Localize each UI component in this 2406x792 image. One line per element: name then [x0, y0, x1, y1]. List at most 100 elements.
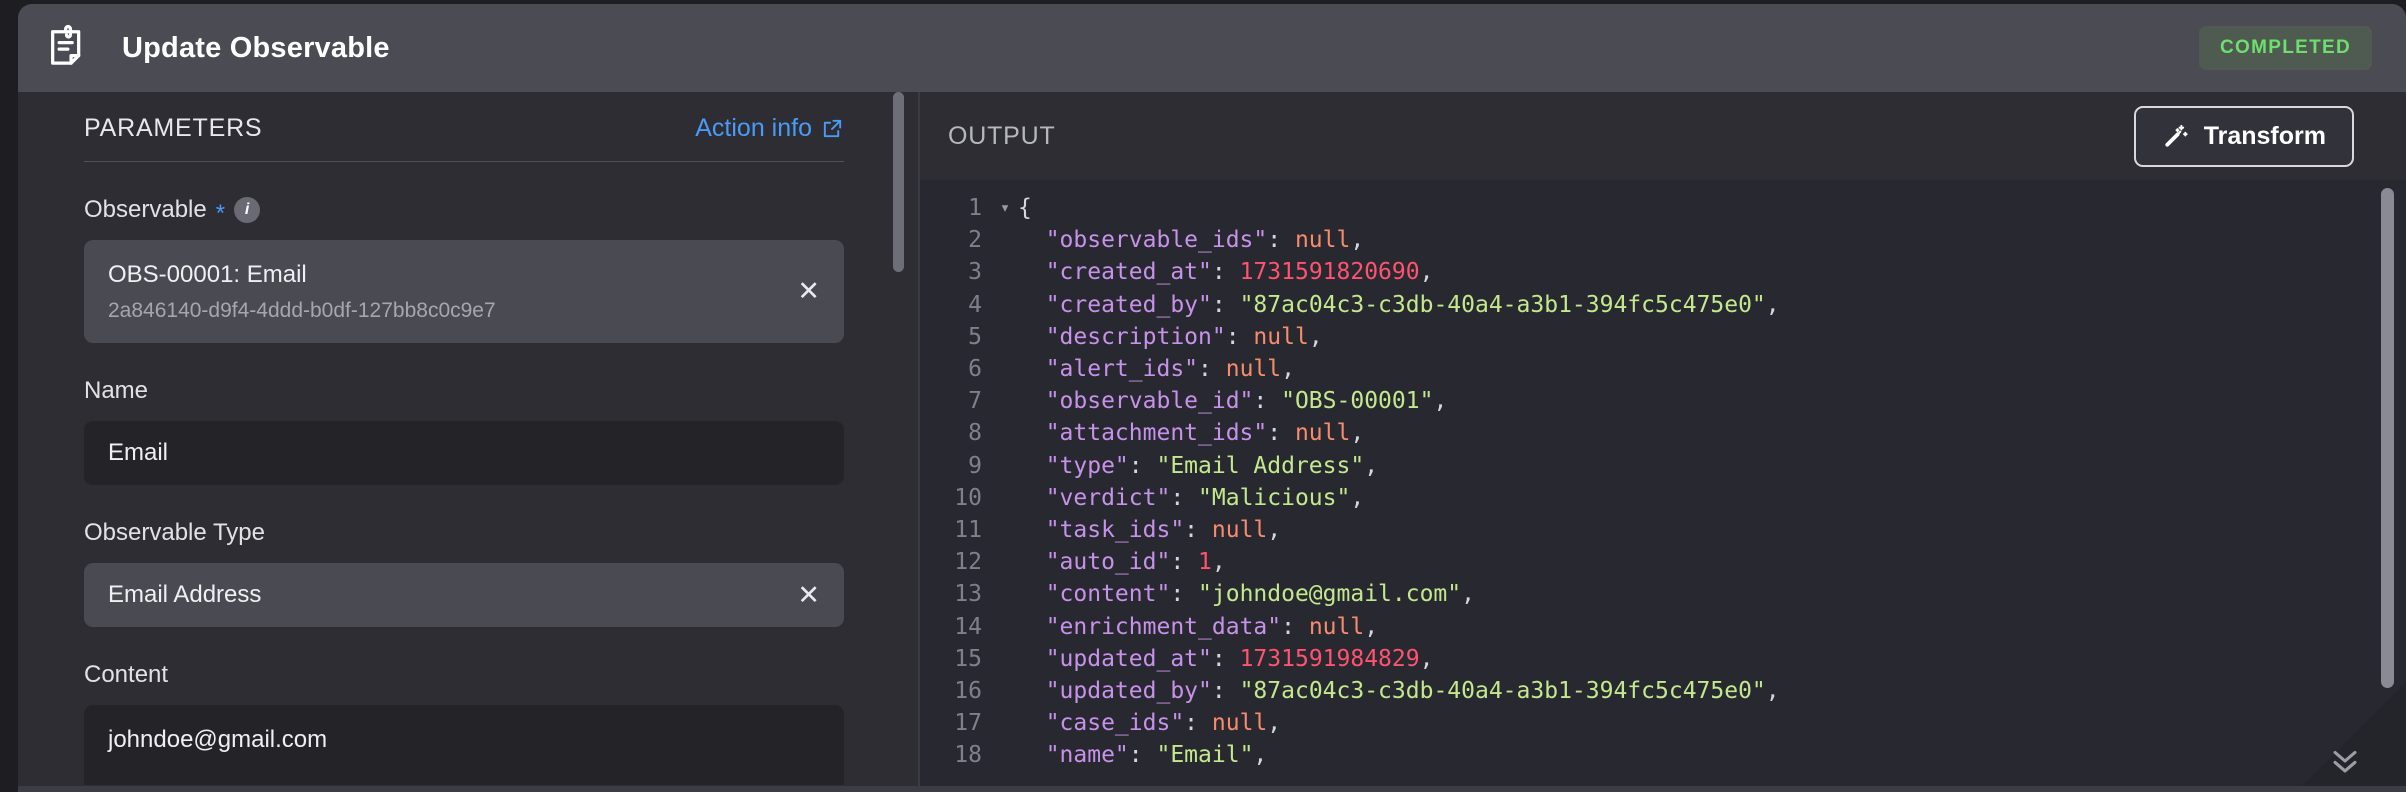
code-line: 5 "description": null,: [920, 321, 2406, 353]
external-link-icon: [821, 117, 844, 140]
code-line-text: "updated_at": 1731591984829,: [1018, 645, 1434, 672]
code-line-number: 7: [968, 388, 982, 415]
code-line-number: 3: [968, 259, 982, 286]
transform-button[interactable]: Transform: [2133, 105, 2354, 167]
code-line: 18 "name": "Email",: [920, 739, 2406, 771]
code-line-text: "description": null,: [1018, 323, 1323, 350]
action-info-link[interactable]: Action info: [695, 114, 844, 143]
code-line-text: "attachment_ids": null,: [1018, 420, 1365, 447]
code-line-number: 6: [968, 356, 982, 383]
observable-input[interactable]: OBS-00001: Email 2a846140-d9f4-4ddd-b0df…: [84, 240, 844, 343]
code-fold-spacer: [992, 611, 1018, 643]
code-fold-spacer: [992, 675, 1018, 707]
code-line: 2 "observable_ids": null,: [920, 224, 2406, 256]
output-scrollbar[interactable]: [2381, 180, 2394, 792]
code-line: 17 "case_ids": null,: [920, 707, 2406, 739]
chevron-double-down-icon[interactable]: [2328, 748, 2362, 774]
code-fold-spacer: [992, 482, 1018, 514]
code-line: 6 "alert_ids": null,: [920, 353, 2406, 385]
clear-observable-icon[interactable]: ✕: [779, 278, 820, 305]
code-line: 11 "task_ids": null,: [920, 514, 2406, 546]
code-line-number: 10: [954, 484, 982, 511]
code-line: 16 "updated_by": "87ac04c3-c3db-40a4-a3b…: [920, 675, 2406, 707]
code-fold-spacer: [992, 707, 1018, 739]
action-detail-window: Update Observable COMPLETED PARAMETERS A…: [18, 4, 2406, 792]
code-fold-spacer: [992, 450, 1018, 482]
code-line-text: "verdict": "Malicious",: [1018, 484, 1365, 511]
parameters-content: PARAMETERS Action info Observable * i OB…: [18, 92, 918, 785]
code-line-number: 16: [954, 678, 982, 705]
code-line: 7 "observable_id": "OBS-00001",: [920, 385, 2406, 417]
code-fold-spacer: [992, 385, 1018, 417]
code-line-text: {: [1018, 195, 1032, 221]
observable-type-select[interactable]: Email Address ✕: [84, 563, 844, 627]
output-code-viewer[interactable]: 1 ▾{2 "observable_ids": null, 3 "created_a…: [920, 180, 2406, 792]
field-label-content: Content: [84, 661, 844, 689]
output-scrollbar-thumb[interactable]: [2381, 188, 2394, 688]
code-fold-spacer: [992, 546, 1018, 578]
window-bottom-strip: [18, 786, 2406, 792]
name-input[interactable]: Email: [84, 421, 844, 485]
field-observable: Observable * i OBS-00001: Email 2a846140…: [84, 162, 844, 343]
code-line-number: 2: [968, 227, 982, 254]
info-icon[interactable]: i: [234, 197, 261, 223]
page-title: Update Observable: [122, 31, 390, 64]
code-line: 13 "content": "johndoe@gmail.com",: [920, 578, 2406, 610]
code-line-text: "updated_by": "87ac04c3-c3db-40a4-a3b1-3…: [1018, 678, 1780, 705]
code-line: 3 "created_at": 1731591820690,: [920, 256, 2406, 288]
observable-value: OBS-00001: Email 2a846140-d9f4-4ddd-b0df…: [108, 260, 496, 323]
parameters-panel: PARAMETERS Action info Observable * i OB…: [18, 92, 918, 792]
note-document-icon: [44, 22, 96, 74]
code-line-number: 18: [954, 742, 982, 769]
observable-value-id: 2a846140-d9f4-4ddd-b0df-127bb8c0c9e7: [108, 299, 496, 322]
field-label-observable: Observable * i: [84, 196, 844, 227]
parameters-header: PARAMETERS Action info: [84, 114, 844, 162]
output-title: OUTPUT: [948, 121, 1056, 150]
code-fold-spacer: [992, 289, 1018, 321]
name-value: Email: [108, 439, 169, 466]
code-line: 4 "created_by": "87ac04c3-c3db-40a4-a3b1…: [920, 289, 2406, 321]
code-line-number: 13: [954, 581, 982, 608]
code-line-text: "auto_id": 1,: [1018, 549, 1226, 576]
code-line-text: "observable_ids": null,: [1018, 227, 1365, 254]
code-line: 1 ▾{: [920, 192, 2406, 224]
clear-observable-type-icon[interactable]: ✕: [779, 581, 820, 609]
code-line-text: "created_at": 1731591820690,: [1018, 259, 1434, 286]
code-line-text: "name": "Email",: [1018, 742, 1268, 769]
code-line-number: 9: [968, 452, 982, 479]
field-name: Name Email: [84, 343, 844, 485]
code-line: 8 "attachment_ids": null,: [920, 417, 2406, 449]
content-input[interactable]: johndoe@gmail.com: [84, 705, 844, 785]
code-line-text: "created_by": "87ac04c3-c3db-40a4-a3b1-3…: [1018, 291, 1780, 318]
code-line-number: 14: [954, 613, 982, 640]
parameters-scrollbar[interactable]: [893, 92, 904, 792]
field-label-name: Name: [84, 377, 844, 405]
code-line: 9 "type": "Email Address",: [920, 450, 2406, 482]
label-text: Name: [84, 377, 149, 404]
code-fold-toggle-icon[interactable]: ▾: [992, 192, 1018, 224]
parameters-scrollbar-thumb[interactable]: [893, 92, 904, 272]
magic-wand-icon: [2162, 122, 2190, 150]
required-asterisk: *: [215, 200, 226, 227]
code-line: 12 "auto_id": 1,: [920, 546, 2406, 578]
label-text: Observable: [84, 196, 207, 223]
code-fold-spacer: [992, 514, 1018, 546]
code-line-text: "task_ids": null,: [1018, 517, 1282, 544]
code-line-number: 17: [954, 710, 982, 737]
field-label-observable-type: Observable Type: [84, 519, 844, 547]
code-fold-spacer: [992, 739, 1018, 771]
parameters-title: PARAMETERS: [84, 114, 263, 142]
transform-button-label: Transform: [2203, 121, 2326, 150]
code-line-number: 5: [968, 323, 982, 350]
label-text: Content: [84, 661, 169, 688]
status-badge: COMPLETED: [2199, 26, 2372, 70]
code-fold-spacer: [992, 321, 1018, 353]
window-header: Update Observable COMPLETED: [18, 4, 2406, 92]
code-line-number: 4: [968, 291, 982, 318]
code-line-number: 1: [968, 195, 982, 221]
code-line: 10 "verdict": "Malicious",: [920, 482, 2406, 514]
code-line-text: "content": "johndoe@gmail.com",: [1018, 581, 1475, 608]
output-panel: OUTPUT Transform 1 ▾ {2 "observable_ids…: [920, 92, 2406, 792]
code-line: 15 "updated_at": 1731591984829,: [920, 643, 2406, 675]
action-info-label: Action info: [695, 114, 812, 142]
